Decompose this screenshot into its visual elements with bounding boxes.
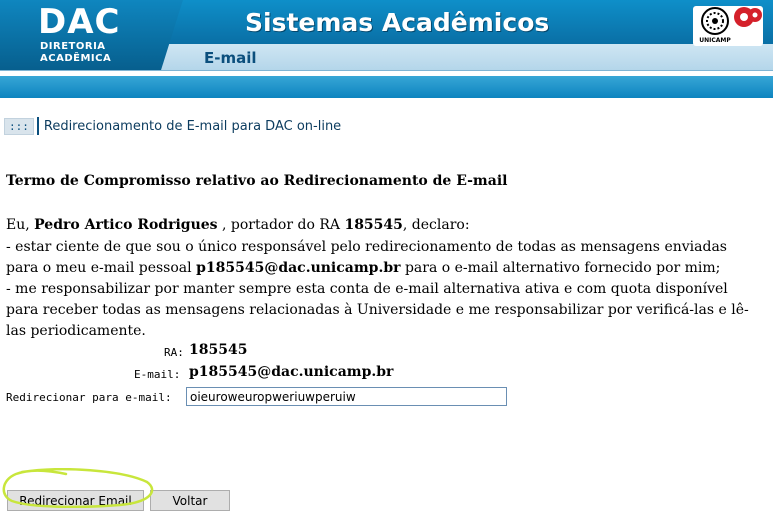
intro-suffix: , declaro:: [402, 217, 470, 233]
intro-ra: 185545: [344, 217, 403, 233]
breadcrumb-divider: [36, 117, 39, 135]
section-title: E-mail: [204, 49, 257, 67]
email-value: p185545@dac.unicamp.br: [189, 364, 394, 380]
dac-logo: DAC: [38, 2, 121, 42]
dac-subtitle-line2: ACADÊMICA: [40, 53, 112, 64]
student-name: Pedro Artico Rodrigues: [34, 217, 218, 233]
clause1-suffix: para o e-mail alternativo fornecido por …: [400, 260, 721, 276]
clause1-email: p185545@dac.unicamp.br: [196, 260, 401, 276]
intro-prefix: Eu,: [6, 217, 35, 233]
term-clause-1: - estar ciente de que sou o único respon…: [6, 237, 756, 279]
header-band: [0, 76, 773, 98]
breadcrumb-title: Redirecionamento de E-mail para DAC on-l…: [43, 118, 342, 134]
unicamp-label: UNICAMP: [699, 37, 731, 44]
breadcrumb-marker: :::: [4, 117, 34, 135]
term-clause-2: - me responsabilizar por manter sempre e…: [6, 281, 749, 339]
ra-label: RA:: [164, 346, 184, 359]
term-intro: Eu, Pedro Artico Rodrigues , portador do…: [6, 215, 756, 236]
email-label: E-mail:: [134, 368, 181, 381]
breadcrumb: ::: Redirecionamento de E-mail para DAC …: [4, 117, 341, 135]
dac-subtitle-line1: DIRETORIA: [40, 41, 106, 52]
redirect-email-button[interactable]: Redirecionar Email: [7, 490, 144, 511]
unicamp-logo[interactable]: UNICAMP: [693, 6, 763, 46]
system-title: Sistemas Acadêmicos: [245, 8, 550, 37]
term-title: Termo de Compromisso relativo ao Redirec…: [6, 173, 508, 189]
ra-value: 185545: [189, 342, 248, 358]
site-header: DAC DIRETORIA ACADÊMICA Sistemas Acadêmi…: [0, 0, 773, 98]
redirect-email-input[interactable]: [186, 387, 507, 406]
dac-logo-subtitle: DIRETORIA ACADÊMICA: [40, 41, 111, 65]
redirect-label: Redirecionar para e-mail:: [6, 391, 172, 404]
intro-middle: , portador do RA: [217, 217, 345, 233]
dac-logo-block[interactable]: DAC DIRETORIA ACADÊMICA: [0, 0, 183, 70]
back-button[interactable]: Voltar: [150, 490, 230, 511]
